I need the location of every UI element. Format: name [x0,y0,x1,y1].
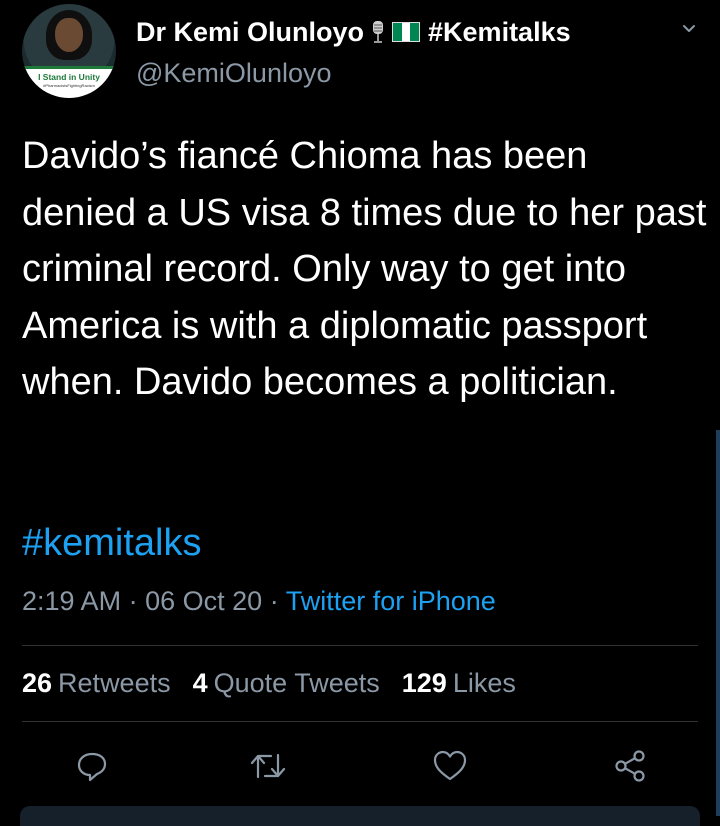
tweet-meta: 2:19 AM · 06 Oct 20 · Twitter for iPhone [22,586,496,617]
retweet-button[interactable] [246,744,290,788]
share-icon [615,750,645,782]
likes-stat[interactable]: 129 Likes [402,668,516,699]
display-name[interactable]: Dr Kemi Olunloyo [136,17,364,48]
tweet-source-link[interactable]: Twitter for iPhone [286,586,496,616]
like-button[interactable] [428,744,472,788]
heart-icon [433,750,467,781]
quote-tweets-stat[interactable]: 4 Quote Tweets [193,668,380,699]
quote-label: Quote Tweets [213,668,380,698]
name-hashtag[interactable]: #Kemitalks [428,17,571,48]
microphone-icon [372,20,384,44]
retweets-label: Retweets [58,668,171,698]
reply-composer-bar[interactable] [20,806,700,826]
meta-separator: · [128,586,138,616]
tweet-time: 2:19 AM [22,586,122,616]
engagement-stats: 26 Retweets 4 Quote Tweets 129 Likes [22,668,516,699]
avatar-banner-text: I Stand in Unity [38,72,100,82]
scrollbar[interactable] [716,430,720,816]
avatar-banner-subtext: #PharmacistsFightingRacism [43,83,95,88]
author-name-row[interactable]: Dr Kemi Olunloyo #Kemitalks [136,14,571,50]
tweet-actions [0,744,720,788]
retweets-stat[interactable]: 26 Retweets [22,668,171,699]
retweet-icon [250,753,286,779]
divider [22,721,698,722]
meta-separator: · [269,586,279,616]
author-handle[interactable]: @KemiOlunloyo [136,58,332,89]
nigeria-flag-icon [392,22,421,42]
reply-icon [77,752,107,782]
tweet-date: 06 Oct 20 [145,586,263,616]
quote-count: 4 [192,668,208,698]
avatar[interactable]: I Stand in Unity #PharmacistsFightingRac… [22,4,116,98]
reply-button[interactable] [70,744,114,788]
avatar-banner: I Stand in Unity #PharmacistsFightingRac… [22,66,116,98]
likes-count: 129 [401,668,447,698]
chevron-down-icon[interactable] [682,22,696,36]
tweet-hashtag-link[interactable]: #kemitalks [22,522,202,565]
divider [22,645,698,646]
tweet-text: Davido’s fiancé Chioma has been denied a… [22,135,707,403]
share-button[interactable] [608,744,652,788]
avatar-face [55,18,83,52]
likes-label: Likes [452,668,516,698]
retweets-count: 26 [22,668,53,698]
